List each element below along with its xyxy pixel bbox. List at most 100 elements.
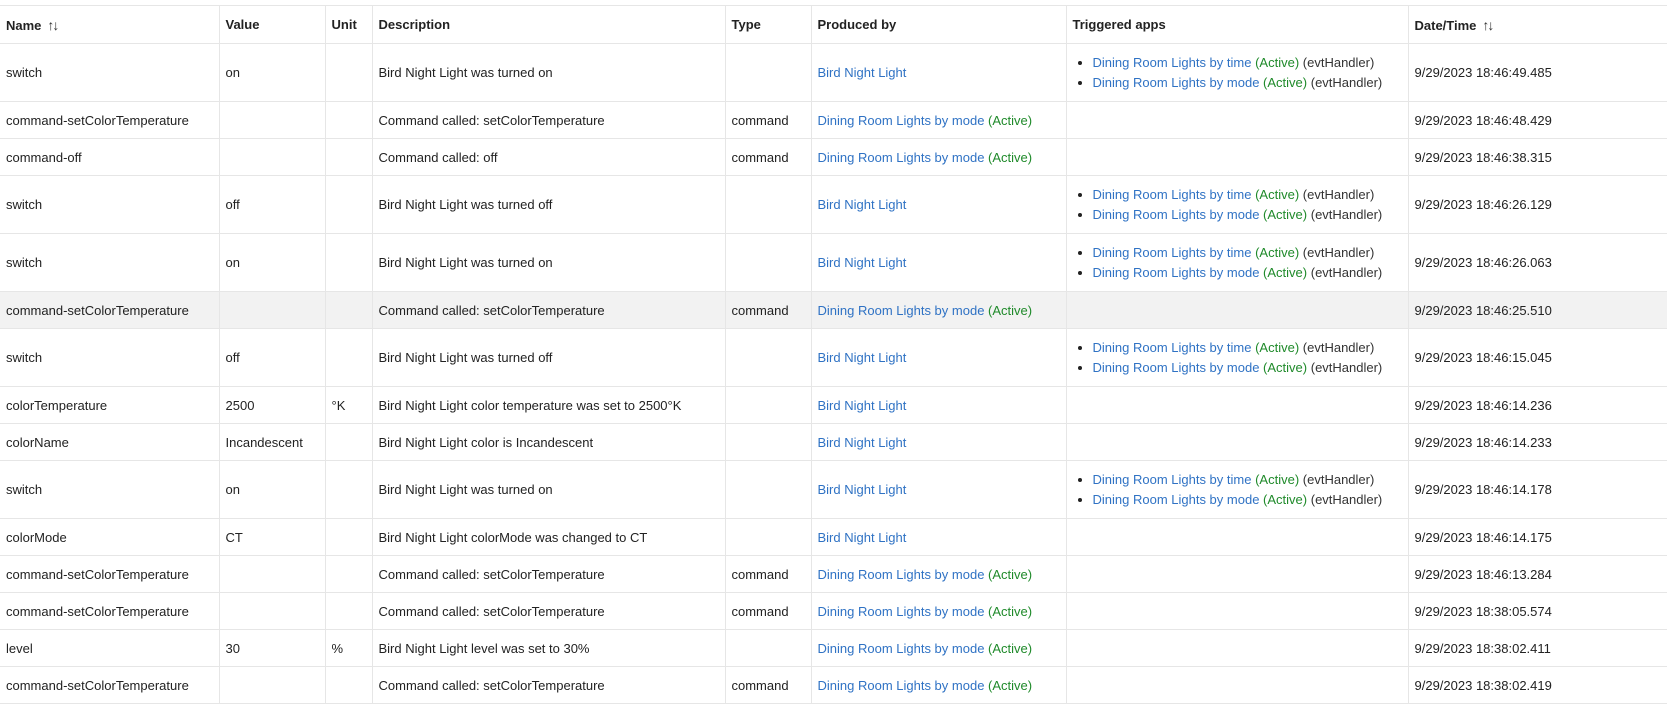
cell-description: Command called: off xyxy=(372,138,726,176)
cell-datetime: 9/29/2023 18:46:49.485 xyxy=(1408,43,1667,102)
list-item: Dining Room Lights by mode (Active) (evt… xyxy=(1093,490,1398,510)
cell-unit xyxy=(325,138,373,176)
cell-value xyxy=(219,138,326,176)
cell-name: switch xyxy=(0,233,220,292)
cell-unit xyxy=(325,175,373,234)
table-row[interactable]: colorTemperature 2500 °K Bird Night Light c… xyxy=(0,386,1667,424)
cell-unit xyxy=(325,43,373,102)
table-row[interactable]: command-setColorTemperature Command calle… xyxy=(0,101,1667,139)
column-header-label: Unit xyxy=(331,17,357,32)
cell-description-text: Bird Night Light color temperature was s… xyxy=(378,397,682,413)
cell-datetime-text: 9/29/2023 18:38:05.574 xyxy=(1414,603,1552,619)
cell-triggered-apps xyxy=(1066,666,1409,704)
column-header-datetime[interactable]: Date/Time ↑↓ xyxy=(1408,6,1667,44)
produced-by-link[interactable]: Bird Night Light xyxy=(818,435,907,450)
status-badge: (Active) xyxy=(1263,74,1308,90)
produced-by-link[interactable]: Dining Room Lights by mode xyxy=(818,113,985,128)
produced-by-link[interactable]: Bird Night Light xyxy=(818,65,907,80)
status-badge: (Active) xyxy=(988,566,1033,582)
triggered-app-link[interactable]: Dining Room Lights by mode xyxy=(1093,207,1260,222)
produced-by-link[interactable]: Dining Room Lights by mode xyxy=(818,641,985,656)
produced-by-link[interactable]: Dining Room Lights by mode xyxy=(818,604,985,619)
triggered-app-link[interactable]: Dining Room Lights by mode xyxy=(1093,360,1260,375)
table-row[interactable]: command-setColorTemperature Command calle… xyxy=(0,592,1667,630)
table-row[interactable]: switch off Bird Night Light was turned off… xyxy=(0,328,1667,387)
cell-type xyxy=(725,233,812,292)
column-header-label: Date/Time xyxy=(1414,17,1477,33)
table-row[interactable]: switch on Bird Night Light was turned on Bi… xyxy=(0,460,1667,519)
table-row[interactable]: colorMode CT Bird Night Light colorMode wa… xyxy=(0,518,1667,556)
cell-value xyxy=(219,592,326,630)
triggered-app-link[interactable]: Dining Room Lights by time xyxy=(1093,245,1252,260)
column-header-type: Type xyxy=(725,6,812,44)
triggered-app-link[interactable]: Dining Room Lights by time xyxy=(1093,340,1252,355)
cell-type: command xyxy=(725,138,812,176)
produced-by-link[interactable]: Bird Night Light xyxy=(818,255,907,270)
cell-description: Bird Night Light was turned on xyxy=(372,233,726,292)
list-item: Dining Room Lights by mode (Active) (evt… xyxy=(1093,73,1398,93)
table-row[interactable]: colorName Incandescent Bird Night Light co… xyxy=(0,423,1667,461)
triggered-apps-list: Dining Room Lights by time (Active) (evt… xyxy=(1073,53,1398,93)
cell-value xyxy=(219,666,326,704)
triggered-app-link[interactable]: Dining Room Lights by mode xyxy=(1093,492,1260,507)
sort-icon[interactable]: ↑↓ xyxy=(1482,17,1494,33)
cell-description-text: Bird Night Light was turned off xyxy=(378,350,553,365)
table-row[interactable]: command-setColorTemperature Command calle… xyxy=(0,555,1667,593)
cell-description: Bird Night Light level was set to 30% xyxy=(372,629,726,667)
status-badge: (Active) xyxy=(988,112,1033,128)
cell-datetime-text: 9/29/2023 18:46:14.175 xyxy=(1414,529,1552,545)
cell-value-text: on xyxy=(225,482,240,497)
produced-by-link[interactable]: Dining Room Lights by mode xyxy=(818,567,985,582)
status-badge: (Active) xyxy=(988,677,1033,693)
triggered-apps-list: Dining Room Lights by time (Active) (evt… xyxy=(1073,470,1398,510)
cell-triggered-apps: Dining Room Lights by time (Active) (evt… xyxy=(1066,43,1409,102)
cell-unit xyxy=(325,518,373,556)
cell-datetime: 9/29/2023 18:46:15.045 xyxy=(1408,328,1667,387)
triggered-app-link[interactable]: Dining Room Lights by time xyxy=(1093,187,1252,202)
produced-by-link[interactable]: Dining Room Lights by mode xyxy=(818,678,985,693)
cell-description-text: Command called: setColorTemperature xyxy=(378,603,605,619)
cell-value-text: off xyxy=(225,197,240,212)
table-row[interactable]: level 30% Bird Night Light level was set t… xyxy=(0,629,1667,667)
triggered-app-link[interactable]: Dining Room Lights by mode xyxy=(1093,75,1260,90)
cell-value-text: Incandescent xyxy=(225,434,303,450)
cell-datetime-text: 9/29/2023 18:46:26.063 xyxy=(1414,255,1552,270)
cell-triggered-apps xyxy=(1066,629,1409,667)
cell-description-text: Bird Night Light was turned on xyxy=(378,482,553,497)
cell-datetime: 9/29/2023 18:46:48.429 xyxy=(1408,101,1667,139)
cell-name: level xyxy=(0,629,220,667)
produced-by-link[interactable]: Bird Night Light xyxy=(818,398,907,413)
cell-triggered-apps: Dining Room Lights by time (Active) (evt… xyxy=(1066,460,1409,519)
status-badge: (Active) xyxy=(1263,264,1308,280)
column-header-unit: Unit xyxy=(325,6,373,44)
sort-icon[interactable]: ↑↓ xyxy=(47,17,59,33)
table-row[interactable]: switch off Bird Night Light was turned off… xyxy=(0,175,1667,234)
produced-by-link[interactable]: Bird Night Light xyxy=(818,482,907,497)
table-row[interactable]: switch on Bird Night Light was turned on Bi… xyxy=(0,233,1667,292)
cell-description: Bird Night Light was turned on xyxy=(372,460,726,519)
cell-name-text: switch xyxy=(6,65,43,80)
cell-triggered-apps: Dining Room Lights by time (Active) (evt… xyxy=(1066,233,1409,292)
triggered-app-link[interactable]: Dining Room Lights by mode xyxy=(1093,265,1260,280)
produced-by-link[interactable]: Bird Night Light xyxy=(818,350,907,365)
table-row[interactable]: command-off Command called: off command Din… xyxy=(0,138,1667,176)
produced-by-link[interactable]: Bird Night Light xyxy=(818,197,907,212)
produced-by-link[interactable]: Bird Night Light xyxy=(818,530,907,545)
produced-by-link[interactable]: Dining Room Lights by mode xyxy=(818,303,985,318)
handler-label: (evtHandler) xyxy=(1302,186,1375,202)
table-row[interactable]: command-setColorTemperature Command calle… xyxy=(0,291,1667,329)
cell-name: colorName xyxy=(0,423,220,461)
triggered-app-link[interactable]: Dining Room Lights by time xyxy=(1093,55,1252,70)
produced-by-link[interactable]: Dining Room Lights by mode xyxy=(818,150,985,165)
triggered-app-link[interactable]: Dining Room Lights by time xyxy=(1093,472,1252,487)
status-badge: (Active) xyxy=(1255,244,1300,260)
cell-datetime: 9/29/2023 18:46:14.233 xyxy=(1408,423,1667,461)
cell-unit: % xyxy=(325,629,373,667)
cell-description-text: Command called: setColorTemperature xyxy=(378,566,605,582)
table-row[interactable]: switch on Bird Night Light was turned on Bi… xyxy=(0,43,1667,102)
table-row[interactable]: command-setColorTemperature Command calle… xyxy=(0,666,1667,704)
cell-name-text: command-off xyxy=(6,149,82,165)
column-header-name[interactable]: Name ↑↓ xyxy=(0,6,220,44)
cell-description-text: Bird Night Light color is Incandescent xyxy=(378,434,594,450)
cell-type: command xyxy=(725,555,812,593)
